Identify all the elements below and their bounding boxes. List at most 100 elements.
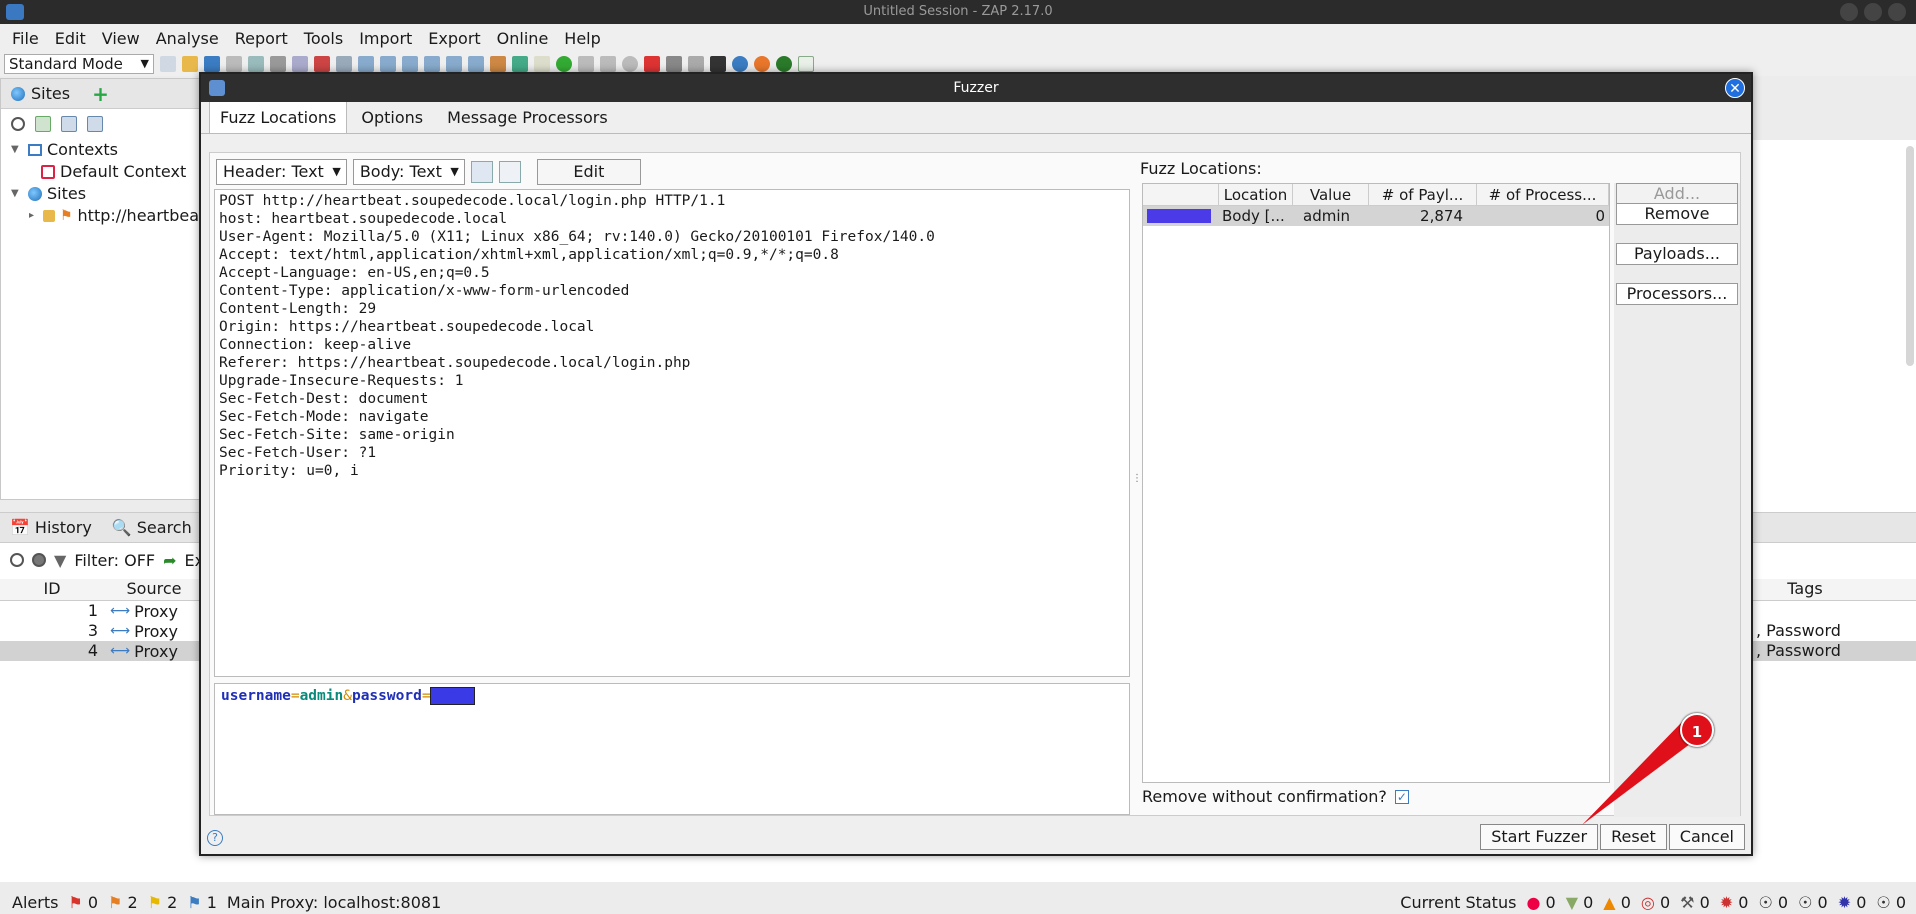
request-header-editor[interactable]: POST http://heartbeat.soupedecode.local/… <box>214 189 1130 677</box>
add-button[interactable]: Add... <box>1616 183 1738 205</box>
minimize-button[interactable] <box>1840 3 1858 21</box>
status-bug-icon[interactable]: ✹ 0 <box>1720 893 1749 912</box>
chevron-down-icon[interactable]: ▼ <box>11 183 23 205</box>
split-layout-icon[interactable] <box>380 56 396 72</box>
mode-select[interactable]: Standard Mode ▼ <box>4 54 154 74</box>
status-eye2-icon[interactable]: ☉ 0 <box>1798 893 1828 912</box>
stop-breakpoints-icon[interactable] <box>644 56 660 72</box>
split-horizontal-icon[interactable] <box>498 161 521 183</box>
manual-request-icon[interactable] <box>666 56 682 72</box>
cancel-button[interactable]: Cancel <box>1668 824 1745 850</box>
body-view-select[interactable]: Body: Text ▼ <box>352 159 465 185</box>
menu-view[interactable]: View <box>94 29 148 48</box>
scope-icon[interactable] <box>32 553 46 567</box>
new-context-icon[interactable] <box>35 116 51 132</box>
spider-icon[interactable] <box>512 56 528 72</box>
export-icon[interactable]: ➦ <box>163 551 176 570</box>
split-vertical-icon[interactable] <box>470 161 493 183</box>
status-eye3-icon[interactable]: ☉ 0 <box>1876 893 1906 912</box>
new-session-icon[interactable] <box>160 56 176 72</box>
tab-layout-icon[interactable] <box>358 56 374 72</box>
tree-node-contexts[interactable]: ▼ Contexts <box>11 139 199 161</box>
window-layout-icon[interactable] <box>424 56 440 72</box>
open-session-icon[interactable] <box>182 56 198 72</box>
menu-edit[interactable]: Edit <box>47 29 94 48</box>
status-fire-icon[interactable]: ▲ 0 <box>1603 893 1631 912</box>
column-value[interactable]: Value <box>1293 184 1369 205</box>
column-id[interactable]: ID <box>0 579 104 600</box>
status-eye-icon[interactable]: ☉ 0 <box>1758 893 1788 912</box>
scan-icon[interactable] <box>688 56 704 72</box>
chrome-icon[interactable] <box>776 56 792 72</box>
grid-layout-icon[interactable] <box>446 56 462 72</box>
tab-message-processors[interactable]: Message Processors <box>437 108 618 133</box>
alert-low[interactable]: ⚑ 2 <box>148 893 178 912</box>
status-spider2-icon[interactable]: ✹ 0 <box>1838 893 1867 912</box>
tab-search[interactable]: 🔍 Search <box>112 518 192 537</box>
reset-button[interactable]: Reset <box>1600 824 1667 850</box>
menu-online[interactable]: Online <box>489 29 557 48</box>
menu-analyse[interactable]: Analyse <box>148 29 227 48</box>
tree-node-sites[interactable]: ▼ Sites <box>11 183 199 205</box>
request-body-editor[interactable]: username=admin&password=admin <box>214 683 1130 815</box>
fuzz-table-row[interactable]: Body [... admin 2,874 0 <box>1143 206 1609 226</box>
menu-file[interactable]: File <box>4 29 47 48</box>
close-window-button[interactable] <box>1888 3 1906 21</box>
remove-button[interactable]: Remove <box>1616 203 1738 225</box>
column-processors[interactable]: # of Process... <box>1477 184 1609 205</box>
tab-options[interactable]: Options <box>351 108 433 133</box>
tree-node-default-context[interactable]: Default Context <box>11 161 199 183</box>
vertical-splitter[interactable]: ⋮ <box>1132 473 1142 493</box>
terminal-icon[interactable] <box>710 56 726 72</box>
menu-import[interactable]: Import <box>351 29 420 48</box>
tab-fuzz-locations[interactable]: Fuzz Locations <box>209 101 348 133</box>
scan-policy-icon[interactable] <box>490 56 506 72</box>
menu-tools[interactable]: Tools <box>296 29 351 48</box>
status-target-icon[interactable]: ◎ 0 <box>1641 893 1670 912</box>
target-icon[interactable] <box>10 553 24 567</box>
chevron-down-icon[interactable]: ▼ <box>11 139 23 161</box>
column-payloads[interactable]: # of Payl... <box>1369 184 1477 205</box>
header-view-select[interactable]: Header: Text ▼ <box>216 159 347 185</box>
menu-report[interactable]: Report <box>227 29 296 48</box>
full-layout-icon[interactable] <box>402 56 418 72</box>
import-context-icon[interactable] <box>61 116 77 132</box>
target-icon[interactable] <box>11 117 25 131</box>
filter-status[interactable]: Filter: OFF <box>74 551 155 570</box>
maximize-button[interactable] <box>1864 3 1882 21</box>
lightbulb-icon[interactable] <box>534 56 550 72</box>
tab-history[interactable]: 📅 History <box>10 518 92 537</box>
tree-node-site[interactable]: ▸ ⚑ http://heartbea <box>11 205 199 227</box>
alert-high[interactable]: ⚑ 0 <box>68 893 98 912</box>
hud-icon[interactable] <box>732 56 748 72</box>
save-session-icon[interactable] <box>204 56 220 72</box>
continue-icon[interactable] <box>600 56 616 72</box>
options-gear-icon[interactable] <box>270 56 286 72</box>
column-source[interactable]: Source <box>104 579 204 600</box>
alert-medium[interactable]: ⚑ 2 <box>108 893 138 912</box>
column-tags[interactable]: Tags <box>1750 579 1860 598</box>
status-spider-icon[interactable]: ▼ 0 <box>1566 893 1594 912</box>
help-icon[interactable]: ? <box>207 830 223 846</box>
snapshot-icon[interactable] <box>226 56 242 72</box>
alert-info[interactable]: ⚑ 1 <box>187 893 217 912</box>
filter-icon[interactable]: ▼ <box>54 551 66 570</box>
chevron-right-icon[interactable]: ▸ <box>29 205 38 227</box>
table-layout-icon[interactable] <box>468 56 484 72</box>
start-fuzzer-button[interactable]: Start Fuzzer <box>1480 824 1599 850</box>
remove-icon[interactable] <box>314 56 330 72</box>
menu-export[interactable]: Export <box>420 29 488 48</box>
export-context-icon[interactable] <box>87 116 103 132</box>
drop-icon[interactable] <box>622 56 638 72</box>
menu-help[interactable]: Help <box>556 29 608 48</box>
payloads-button[interactable]: Payloads... <box>1616 243 1738 265</box>
status-wrench-icon[interactable]: ⚒ 0 <box>1680 893 1710 912</box>
fuzz-location-highlight[interactable]: admin <box>429 687 476 705</box>
processors-button[interactable]: Processors... <box>1616 283 1738 305</box>
step-icon[interactable] <box>578 56 594 72</box>
close-icon[interactable]: ✕ <box>1725 78 1745 98</box>
session-properties-icon[interactable] <box>248 56 264 72</box>
column-color[interactable] <box>1143 184 1219 205</box>
sites-tab[interactable]: Sites <box>31 84 70 103</box>
plus-icon[interactable]: + <box>92 82 109 106</box>
